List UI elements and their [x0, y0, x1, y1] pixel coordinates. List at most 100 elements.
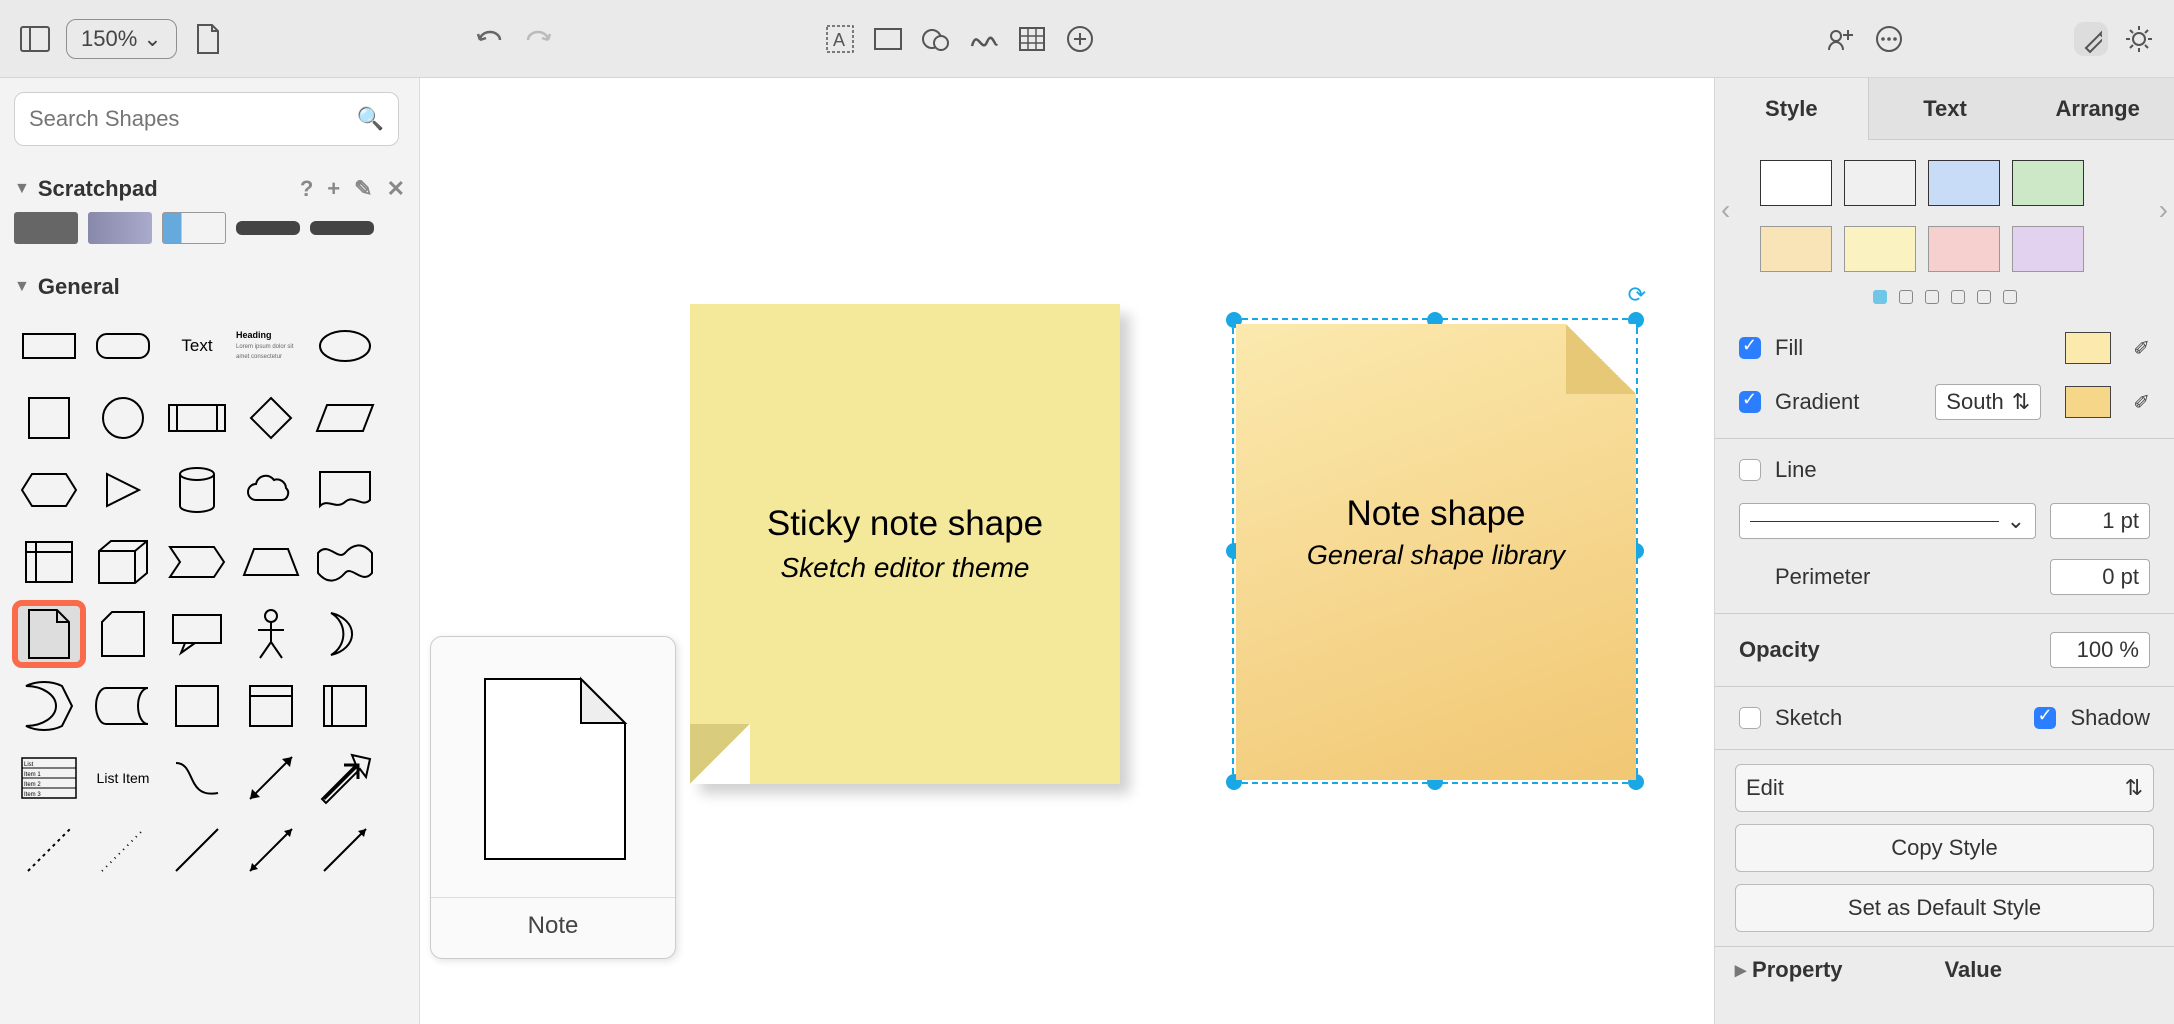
shape-dashed-line[interactable]	[14, 818, 84, 882]
theme-icon[interactable]	[2074, 22, 2108, 56]
style-swatch[interactable]	[1844, 226, 1916, 272]
shape-tape[interactable]	[310, 530, 380, 594]
rectangle-tool-icon[interactable]	[871, 22, 905, 56]
close-scratch-icon[interactable]: ✕	[387, 176, 405, 202]
shape-curve[interactable]	[162, 746, 232, 810]
shape-process[interactable]	[162, 386, 232, 450]
tab-style[interactable]: Style	[1715, 78, 1869, 140]
line-style-dropdown[interactable]: ⌄	[1739, 503, 2036, 539]
shape-line[interactable]	[162, 818, 232, 882]
tab-arrange[interactable]: Arrange	[2021, 78, 2174, 140]
edit-scratch-icon[interactable]: ✎	[354, 176, 372, 202]
ellipse-tool-icon[interactable]	[919, 22, 953, 56]
line-checkbox[interactable]	[1739, 459, 1761, 481]
fill-checkbox[interactable]	[1739, 337, 1761, 359]
canvas-area[interactable]: Sticky note shape Sketch editor theme ⟳ …	[420, 78, 1714, 1024]
scratch-item[interactable]	[88, 212, 152, 244]
shape-square[interactable]	[14, 386, 84, 450]
shape-arrow-line[interactable]	[310, 818, 380, 882]
page-dot[interactable]	[1977, 290, 1991, 304]
shape-moon[interactable]	[310, 602, 380, 666]
tab-text[interactable]: Text	[1869, 78, 2022, 140]
shape-cylinder[interactable]	[162, 458, 232, 522]
page-dot[interactable]	[1951, 290, 1965, 304]
style-swatch[interactable]	[1760, 226, 1832, 272]
note-shape[interactable]: Note shape General shape library	[1236, 324, 1636, 780]
scratch-item[interactable]	[162, 212, 226, 244]
scratch-item[interactable]	[14, 212, 78, 244]
sketch-checkbox[interactable]	[1739, 707, 1761, 729]
shape-callout[interactable]	[162, 602, 232, 666]
line-width-field[interactable]: 1 pt	[2050, 503, 2150, 539]
copy-style-button[interactable]: Copy Style	[1735, 824, 2154, 872]
gradient-color-swatch[interactable]	[2065, 386, 2111, 418]
shape-hexagon[interactable]	[14, 458, 84, 522]
shape-list[interactable]: ListItem 1Item 2Item 3	[14, 746, 84, 810]
more-icon[interactable]	[1872, 22, 1906, 56]
zoom-dropdown[interactable]: 150%⌄	[66, 19, 177, 59]
add-icon[interactable]	[1063, 22, 1097, 56]
shape-rect[interactable]	[14, 314, 84, 378]
text-tool-icon[interactable]: A	[823, 22, 857, 56]
brightness-icon[interactable]	[2122, 22, 2156, 56]
search-shapes-input[interactable]: 🔍	[14, 92, 399, 146]
perimeter-field[interactable]: 0 pt	[2050, 559, 2150, 595]
shape-frame[interactable]	[236, 674, 306, 738]
default-style-button[interactable]: Set as Default Style	[1735, 884, 2154, 932]
page-dot[interactable]	[1873, 290, 1887, 304]
shape-frame2[interactable]	[310, 674, 380, 738]
style-swatch[interactable]	[1928, 226, 2000, 272]
shape-dotted-line[interactable]	[88, 818, 158, 882]
page-dot[interactable]	[1899, 290, 1913, 304]
scratchpad-header[interactable]: ▼ Scratchpad ? + ✎ ✕	[14, 176, 405, 202]
edit-style-dropdown[interactable]: Edit⇅	[1735, 764, 2154, 812]
shape-bidir-arrow[interactable]	[236, 746, 306, 810]
shape-diamond[interactable]	[236, 386, 306, 450]
general-header[interactable]: ▼ General	[14, 274, 405, 300]
shadow-checkbox[interactable]	[2034, 707, 2056, 729]
shape-circle[interactable]	[88, 386, 158, 450]
shape-text[interactable]: Text	[162, 314, 232, 378]
shape-internal-storage[interactable]	[14, 530, 84, 594]
shape-triangle[interactable]	[88, 458, 158, 522]
shape-card[interactable]	[88, 602, 158, 666]
scratch-item[interactable]	[236, 221, 300, 235]
shape-container[interactable]	[162, 674, 232, 738]
shape-heading[interactable]: HeadingLorem ipsum dolor sit amet consec…	[236, 314, 306, 378]
undo-icon[interactable]	[473, 22, 507, 56]
share-icon[interactable]	[1824, 22, 1858, 56]
style-swatch[interactable]	[1928, 160, 2000, 206]
shape-cube[interactable]	[88, 530, 158, 594]
table-tool-icon[interactable]	[1015, 22, 1049, 56]
rotate-handle-icon[interactable]: ⟳	[1628, 282, 1646, 308]
shape-ellipse[interactable]	[310, 314, 380, 378]
panels-icon[interactable]	[18, 22, 52, 56]
style-swatch[interactable]	[1844, 160, 1916, 206]
shape-actor[interactable]	[236, 602, 306, 666]
shape-trapezoid[interactable]	[236, 530, 306, 594]
new-page-icon[interactable]	[191, 22, 225, 56]
eyedropper-icon[interactable]: ✐	[2133, 390, 2150, 415]
page-dot[interactable]	[2003, 290, 2017, 304]
gradient-direction-dropdown[interactable]: South⇅	[1935, 384, 2041, 420]
page-dot[interactable]	[1925, 290, 1939, 304]
shape-or[interactable]	[14, 674, 84, 738]
shape-document[interactable]	[310, 458, 380, 522]
style-swatch[interactable]	[2012, 226, 2084, 272]
opacity-field[interactable]: 100 %	[2050, 632, 2150, 668]
shape-list-item[interactable]: List Item	[88, 746, 158, 810]
swatch-prev-icon[interactable]: ‹	[1721, 194, 1730, 226]
add-scratch-icon[interactable]: +	[327, 176, 340, 202]
help-icon[interactable]: ?	[300, 176, 313, 202]
shape-parallelogram[interactable]	[310, 386, 380, 450]
gradient-checkbox[interactable]	[1739, 391, 1761, 413]
freehand-tool-icon[interactable]	[967, 22, 1001, 56]
shape-data-storage[interactable]	[88, 674, 158, 738]
shape-cloud[interactable]	[236, 458, 306, 522]
caret-right-icon[interactable]: ▸	[1735, 957, 1746, 982]
search-input-field[interactable]	[29, 106, 357, 132]
sticky-note-shape[interactable]: Sticky note shape Sketch editor theme	[690, 304, 1120, 784]
shape-bidir-line[interactable]	[236, 818, 306, 882]
redo-icon[interactable]	[521, 22, 555, 56]
shape-arrow-thick[interactable]	[310, 746, 380, 810]
